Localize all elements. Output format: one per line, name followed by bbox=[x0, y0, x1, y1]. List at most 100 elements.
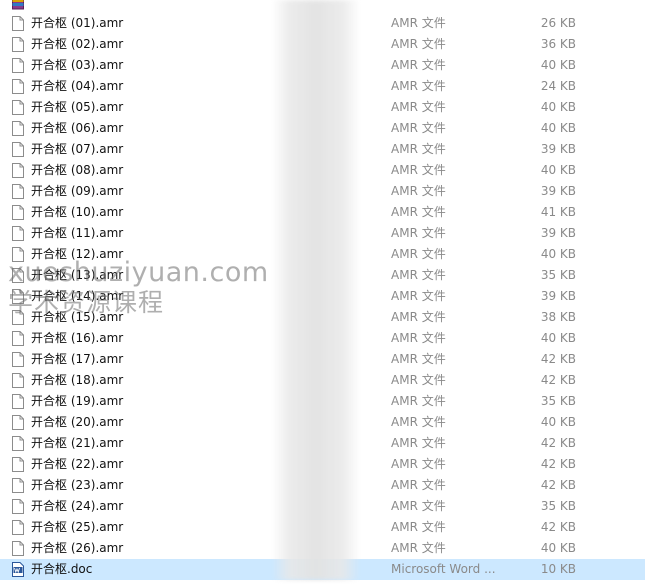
file-type: AMR 文件 bbox=[391, 268, 446, 282]
file-type: AMR 文件 bbox=[391, 226, 446, 240]
blank-document-icon bbox=[12, 331, 24, 346]
file-name: 开合枢 (23).amr bbox=[31, 478, 124, 492]
file-type: AMR 文件 bbox=[391, 478, 446, 492]
blank-document-icon bbox=[12, 121, 24, 136]
blank-document-icon bbox=[12, 58, 24, 73]
file-type: AMR 文件 bbox=[391, 331, 446, 345]
file-name: 开合枢 (18).amr bbox=[31, 373, 124, 387]
file-type: AMR 文件 bbox=[391, 520, 446, 534]
file-name: 开合枢 (03).amr bbox=[31, 58, 124, 72]
blank-document-icon bbox=[12, 142, 24, 157]
file-name: 开合枢 (06).amr bbox=[31, 121, 124, 135]
file-name: 开合枢 (16).amr bbox=[31, 331, 124, 345]
file-name: 开合枢 (20).amr bbox=[31, 415, 124, 429]
file-type: AMR 文件 bbox=[391, 205, 446, 219]
file-size: 41 KB bbox=[540, 205, 576, 219]
file-size: 40 KB bbox=[540, 541, 576, 555]
blank-document-icon bbox=[12, 499, 24, 514]
file-type: Microsoft Word ... bbox=[391, 562, 496, 576]
file-name: 开合枢 (13).amr bbox=[31, 268, 124, 282]
file-name: 开合枢 (21).amr bbox=[31, 436, 124, 450]
blank-document-icon bbox=[12, 373, 24, 388]
file-name: 开合枢 (07).amr bbox=[31, 142, 124, 156]
file-name: 开合枢 (09).amr bbox=[31, 184, 124, 198]
file-size: 42 KB bbox=[540, 457, 576, 471]
file-name: 开合枢 (22).amr bbox=[31, 457, 124, 471]
file-type: AMR 文件 bbox=[391, 37, 446, 51]
blank-document-icon bbox=[12, 415, 24, 430]
file-type: AMR 文件 bbox=[391, 121, 446, 135]
file-name: 开合枢 (02).amr bbox=[31, 37, 124, 51]
file-size: 39 KB bbox=[540, 226, 576, 240]
file-size: 40 KB bbox=[540, 247, 576, 261]
winrar-archive-icon bbox=[12, 0, 24, 10]
file-size: 42 KB bbox=[540, 478, 576, 492]
blank-document-icon bbox=[12, 352, 24, 367]
file-size: 40 KB bbox=[540, 58, 576, 72]
blank-document-icon bbox=[12, 520, 24, 535]
file-type: AMR 文件 bbox=[391, 310, 446, 324]
file-size: 40 KB bbox=[540, 415, 576, 429]
file-name: 开合枢 (05).amr bbox=[31, 100, 124, 114]
file-name: 开合枢 (12).amr bbox=[31, 247, 124, 261]
file-type: AMR 文件 bbox=[391, 352, 446, 366]
file-name: 开合枢 (01).amr bbox=[31, 16, 124, 30]
file-type: AMR 文件 bbox=[391, 184, 446, 198]
file-size: 42 KB bbox=[540, 520, 576, 534]
file-size: 42 KB bbox=[540, 373, 576, 387]
blank-document-icon bbox=[12, 394, 24, 409]
file-size: 40 KB bbox=[540, 100, 576, 114]
file-size: 39 KB bbox=[540, 184, 576, 198]
blank-document-icon bbox=[12, 289, 24, 304]
file-size: 42 KB bbox=[540, 352, 576, 366]
blank-document-icon bbox=[12, 205, 24, 220]
file-name: 开合枢 (08).amr bbox=[31, 163, 124, 177]
blank-document-icon bbox=[12, 268, 24, 283]
file-name: 开合枢 (19).amr bbox=[31, 394, 124, 408]
blank-document-icon bbox=[12, 310, 24, 325]
file-type: AMR 文件 bbox=[391, 79, 446, 93]
blank-document-icon bbox=[12, 436, 24, 451]
blank-document-icon bbox=[12, 16, 24, 31]
file-type: AMR 文件 bbox=[391, 373, 446, 387]
blank-document-icon bbox=[12, 37, 24, 52]
file-size: 39 KB bbox=[540, 142, 576, 156]
file-type: AMR 文件 bbox=[391, 163, 446, 177]
file-type: AMR 文件 bbox=[391, 58, 446, 72]
file-type: AMR 文件 bbox=[391, 541, 446, 555]
file-size: 42 KB bbox=[540, 436, 576, 450]
blurred-date-column bbox=[272, 0, 360, 580]
blank-document-icon bbox=[12, 541, 24, 556]
file-size: 40 KB bbox=[540, 331, 576, 345]
file-name: 开合枢 (04).amr bbox=[31, 79, 124, 93]
blank-document-icon bbox=[12, 478, 24, 493]
file-type: AMR 文件 bbox=[391, 16, 446, 30]
file-type: AMR 文件 bbox=[391, 436, 446, 450]
blank-document-icon bbox=[12, 247, 24, 262]
file-type: AMR 文件 bbox=[391, 499, 446, 513]
file-name: 开合枢 (10).amr bbox=[31, 205, 124, 219]
file-size: 24 KB bbox=[540, 79, 576, 93]
file-size: 10 KB bbox=[540, 562, 576, 576]
file-size: 35 KB bbox=[540, 499, 576, 513]
blank-document-icon bbox=[12, 163, 24, 178]
file-type: AMR 文件 bbox=[391, 100, 446, 114]
file-name: 开合枢 (25).amr bbox=[31, 520, 124, 534]
file-size: 26 KB bbox=[540, 16, 576, 30]
blank-document-icon bbox=[12, 226, 24, 241]
file-type: AMR 文件 bbox=[391, 247, 446, 261]
blank-document-icon bbox=[12, 457, 24, 472]
file-type: AMR 文件 bbox=[391, 457, 446, 471]
file-name: 开合枢 (15).amr bbox=[31, 310, 124, 324]
file-size: 36 KB bbox=[540, 37, 576, 51]
file-type: AMR 文件 bbox=[391, 394, 446, 408]
blank-document-icon bbox=[12, 79, 24, 94]
file-size: 35 KB bbox=[540, 268, 576, 282]
file-size: 38 KB bbox=[540, 310, 576, 324]
file-name: 开合枢 (14).amr bbox=[31, 289, 124, 303]
file-size: 40 KB bbox=[540, 121, 576, 135]
blank-document-icon bbox=[12, 100, 24, 115]
file-type: AMR 文件 bbox=[391, 142, 446, 156]
file-name: 开合枢 (24).amr bbox=[31, 499, 124, 513]
file-size: 35 KB bbox=[540, 394, 576, 408]
